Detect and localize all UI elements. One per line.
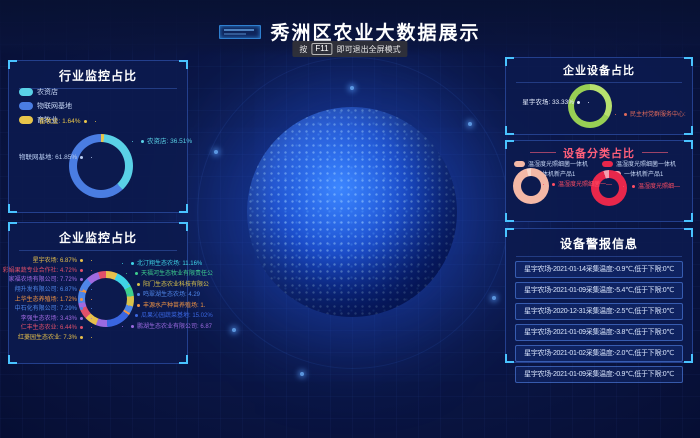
donut-hole <box>85 278 127 320</box>
legend-item[interactable]: 温湿度光照细菌一体机 <box>602 159 676 168</box>
pie-label: 农资店: 36.51% <box>141 138 192 146</box>
panel-title: 企业设备占比 <box>516 62 682 83</box>
tooltip-prefix: 按 <box>299 44 307 55</box>
pie-label: 中石化有限公司: 7.29% <box>15 305 83 313</box>
legend-label: 一体机新产品1 <box>624 169 663 178</box>
legend-swatch <box>19 116 33 124</box>
panel-title: 设备警报信息 <box>516 235 682 257</box>
legend-label: 温湿度光照细菌一体机 <box>616 159 676 168</box>
logo-badge <box>219 25 261 39</box>
particle <box>232 328 236 332</box>
pie-label: 鸣翠湖生态农场: 4.29 <box>137 291 200 299</box>
legend-label: 农资店 <box>37 87 58 97</box>
panel-device-class-ratio: 设备分类占比 温湿度光照细菌一体机 一体机新产品1 温湿度光照细菌一体机 一体机… <box>505 140 693 222</box>
legend-swatch <box>514 161 525 167</box>
pie-label: 丰源水产种苗养殖场: 1. <box>137 302 205 310</box>
industry-donut-chart[interactable] <box>69 134 133 198</box>
legend-label: 温湿度光照细菌一体机 <box>528 159 588 168</box>
legend-item[interactable]: 温湿度光照细菌一体机 <box>514 159 588 168</box>
particle <box>300 372 304 376</box>
pie-label: 阳门生态农业科技有限公 <box>137 281 209 289</box>
alarm-row: 星宇农场-2021-01-09采集温度:-0.9℃,低于下限:0℃ <box>515 366 683 383</box>
pie-label: 红菱园生态农业: 7.3% <box>18 334 83 342</box>
alarm-row: 星宇农场-2021-01-09采集温度:-3.8℃,低于下限:0℃ <box>515 324 683 341</box>
pie-label: 温湿度光照细— <box>632 183 680 191</box>
alarm-row: 星宇农场-2020-12-31采集温度:-2.5℃,低于下限:0℃ <box>515 303 683 320</box>
tooltip-suffix: 即可退出全屏模式 <box>337 44 401 55</box>
panel-industry-ratio: 行业监控占比 农资店 物联网基地 畜牧业 畜牧业: 1.64% 农资店: 36.… <box>8 60 188 213</box>
legend-swatch <box>19 88 33 96</box>
pie-label: 上华生态养殖场: 1.72% <box>15 296 83 304</box>
panel-equipment-ratio: 企业设备占比 星宇农场: 33.33% 民主村党群服务中心: <box>505 57 693 135</box>
pie-label: 仁丰生态农业: 6.44% <box>21 324 83 332</box>
legend-item[interactable]: 农资店 <box>19 87 72 97</box>
particle <box>468 122 472 126</box>
pie-label: 物联网基地: 61.85% <box>19 154 83 162</box>
header: 秀洲区农业大数据展示 按 F11 即可退出全屏模式 <box>0 0 700 56</box>
legend-swatch <box>19 102 33 110</box>
pie-label: 天福河生态牧业有限责任公 <box>135 270 213 278</box>
panel-title: 企业监控占比 <box>19 229 177 251</box>
particle <box>350 86 354 90</box>
pie-label: 家福农场有限公司: 7.72% <box>9 276 83 284</box>
panel-title: 行业监控占比 <box>19 67 177 89</box>
legend-swatch <box>602 161 613 167</box>
panel-enterprise-ratio: 企业监控占比 星宇农场: 6.87% 彩娟果蔬专业合作社: 4.72% 家福农场… <box>8 222 188 364</box>
panel-device-alarms: 设备警报信息 星宇农场-2021-01-14采集温度:-0.9℃,低于下限:0℃… <box>505 228 693 363</box>
pie-label: 星宇农场: 33.33% <box>522 99 580 107</box>
globe-visualization[interactable] <box>247 107 457 317</box>
pie-label: 星宇农场: 6.87% <box>33 257 83 265</box>
pie-label: 温湿度光照细菌一— <box>552 181 612 189</box>
pie-label: 鹏湖生态农业有限公司: 6.87 <box>131 323 212 331</box>
legend-label: 物联网基地 <box>37 101 72 111</box>
enterprise-donut-chart[interactable] <box>78 271 134 327</box>
dashboard: 秀洲区农业大数据展示 按 F11 即可退出全屏模式 行业监控占比 农资店 物联网… <box>0 0 700 438</box>
alarm-row: 星宇农场-2021-01-02采集温度:-2.0℃,低于下限:0℃ <box>515 345 683 362</box>
pie-label: 李强生态农场: 3.43% <box>21 315 83 323</box>
pie-label: 北汀翔生态农场: 11.16% <box>131 260 202 268</box>
particle <box>214 150 218 154</box>
alarm-row: 星宇农场-2021-01-14采集温度:-0.9℃,低于下限:0℃ <box>515 261 683 278</box>
alarm-row: 星宇农场-2021-01-09采集温度:-5.4℃,低于下限:0℃ <box>515 282 683 299</box>
donut-hole <box>77 142 125 190</box>
device-class-left-donut[interactable] <box>513 168 549 204</box>
pie-label: 民主村党群服务中心: <box>624 111 686 119</box>
pie-label: 翔升发有限公司: 6.87% <box>15 286 83 294</box>
f11-key: F11 <box>311 43 332 55</box>
legend-item[interactable]: 物联网基地 <box>19 101 72 111</box>
pie-label: 彩娟果蔬专业合作社: 4.72% <box>3 267 83 275</box>
pie-label: 畜牧业: 1.64% <box>39 118 87 126</box>
fullscreen-tooltip: 按 F11 即可退出全屏模式 <box>292 41 407 57</box>
donut-hole <box>521 176 541 196</box>
particle <box>492 296 496 300</box>
pie-label: 瓜果沁园蔬菜基地: 15.02% <box>135 312 213 320</box>
